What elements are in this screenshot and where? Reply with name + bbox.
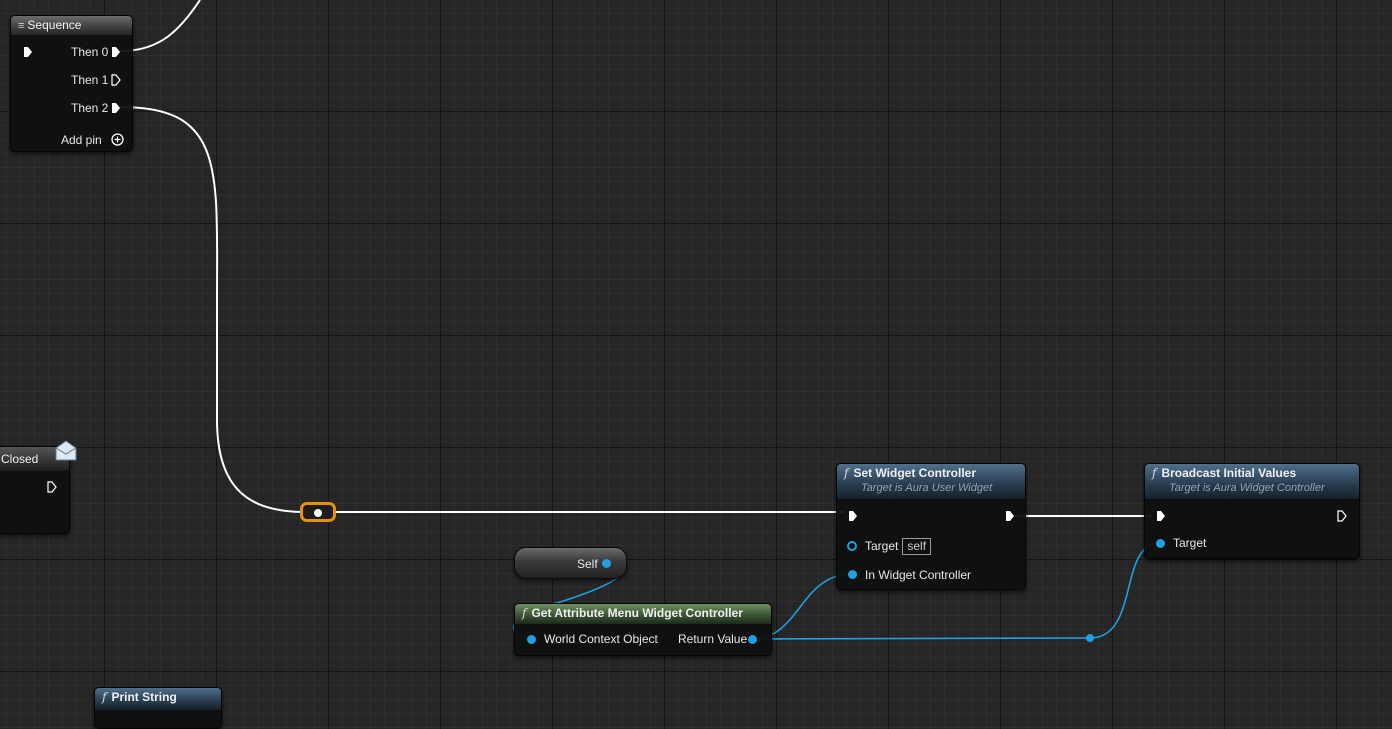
get-attribute-menu-widget-controller-node[interactable]: f Get Attribute Menu Widget Controller Wo… (514, 603, 772, 656)
set-widget-exec-in-pin[interactable] (848, 510, 858, 522)
set-widget-controller-title: Set Widget Controller (853, 466, 977, 480)
set-widget-target-pin[interactable] (847, 541, 857, 551)
graph-wires (120, 0, 1161, 642)
wire-knot[interactable] (1086, 634, 1094, 642)
set-widget-exec-out-pin[interactable] (1005, 510, 1015, 522)
set-widget-controller-node[interactable]: f Set Widget Controller Target is Aura Us… (836, 463, 1026, 590)
return-value-pin[interactable] (748, 635, 757, 644)
sequence-node[interactable]: ≡ Sequence Then 0 Then 1 Then 2 Add pin (10, 15, 133, 152)
broadcast-header: f Broadcast Initial Values Target is Aura… (1145, 464, 1359, 499)
broadcast-subtitle: Target is Aura Widget Controller (1169, 482, 1325, 494)
broadcast-exec-in-pin[interactable] (1156, 510, 1166, 522)
world-context-object-pin[interactable] (527, 635, 536, 644)
sequence-icon: ≡ (18, 20, 25, 32)
add-pin-icon[interactable] (111, 133, 124, 146)
world-context-object-label: World Context Object (544, 632, 658, 646)
closed-event-title: Closed (1, 452, 39, 466)
function-icon: f (102, 690, 107, 704)
return-value-label: Return Value (678, 632, 748, 646)
broadcast-initial-values-node[interactable]: f Broadcast Initial Values Target is Aura… (1144, 463, 1360, 559)
function-icon: f (844, 466, 849, 480)
function-icon: f (1152, 466, 1157, 480)
get-attr-title: Get Attribute Menu Widget Controller (531, 606, 743, 620)
print-string-title: Print String (111, 690, 177, 704)
broadcast-exec-out-pin[interactable] (1337, 510, 1347, 522)
self-node[interactable]: Self (514, 547, 627, 579)
sequence-header: ≡ Sequence (11, 16, 132, 35)
function-icon: f (522, 606, 527, 620)
target-default-value[interactable]: self (902, 538, 932, 555)
reroute-pin[interactable] (314, 509, 322, 517)
in-widget-controller-label: In Widget Controller (865, 568, 972, 582)
sequence-then0-pin[interactable] (111, 46, 121, 58)
sequence-then1-label: Then 1 (71, 73, 109, 87)
closed-event-exec-out-pin[interactable] (47, 481, 57, 493)
reroute-node[interactable] (300, 502, 336, 522)
envelope-icon (55, 440, 77, 461)
sequence-then1-pin[interactable] (111, 74, 121, 86)
sequence-then2-pin[interactable] (111, 102, 121, 114)
set-widget-controller-subtitle: Target is Aura User Widget (861, 482, 993, 494)
sequence-then2-label: Then 2 (71, 101, 109, 115)
set-widget-controller-header: f Set Widget Controller Target is Aura Us… (837, 464, 1025, 499)
print-string-node[interactable]: f Print String (94, 687, 222, 729)
sequence-add-pin-label[interactable]: Add pin (61, 133, 102, 147)
object-wire-return-to-knot (751, 637, 1091, 640)
get-attr-header: f Get Attribute Menu Widget Controller (515, 604, 771, 624)
sequence-then0-label: Then 0 (71, 45, 109, 59)
target-label-text: Target (865, 539, 899, 553)
broadcast-target-pin[interactable] (1156, 539, 1165, 548)
broadcast-title: Broadcast Initial Values (1161, 466, 1297, 480)
sequence-exec-in-pin[interactable] (23, 46, 33, 58)
self-output-pin[interactable] (602, 559, 611, 568)
set-widget-target-label: Target self (865, 538, 932, 555)
exec-wire-then2 (120, 106, 306, 513)
sequence-title: Sequence (27, 18, 82, 32)
in-widget-controller-pin[interactable] (848, 570, 857, 579)
broadcast-target-label: Target (1173, 536, 1207, 550)
self-label: Self (577, 557, 598, 571)
